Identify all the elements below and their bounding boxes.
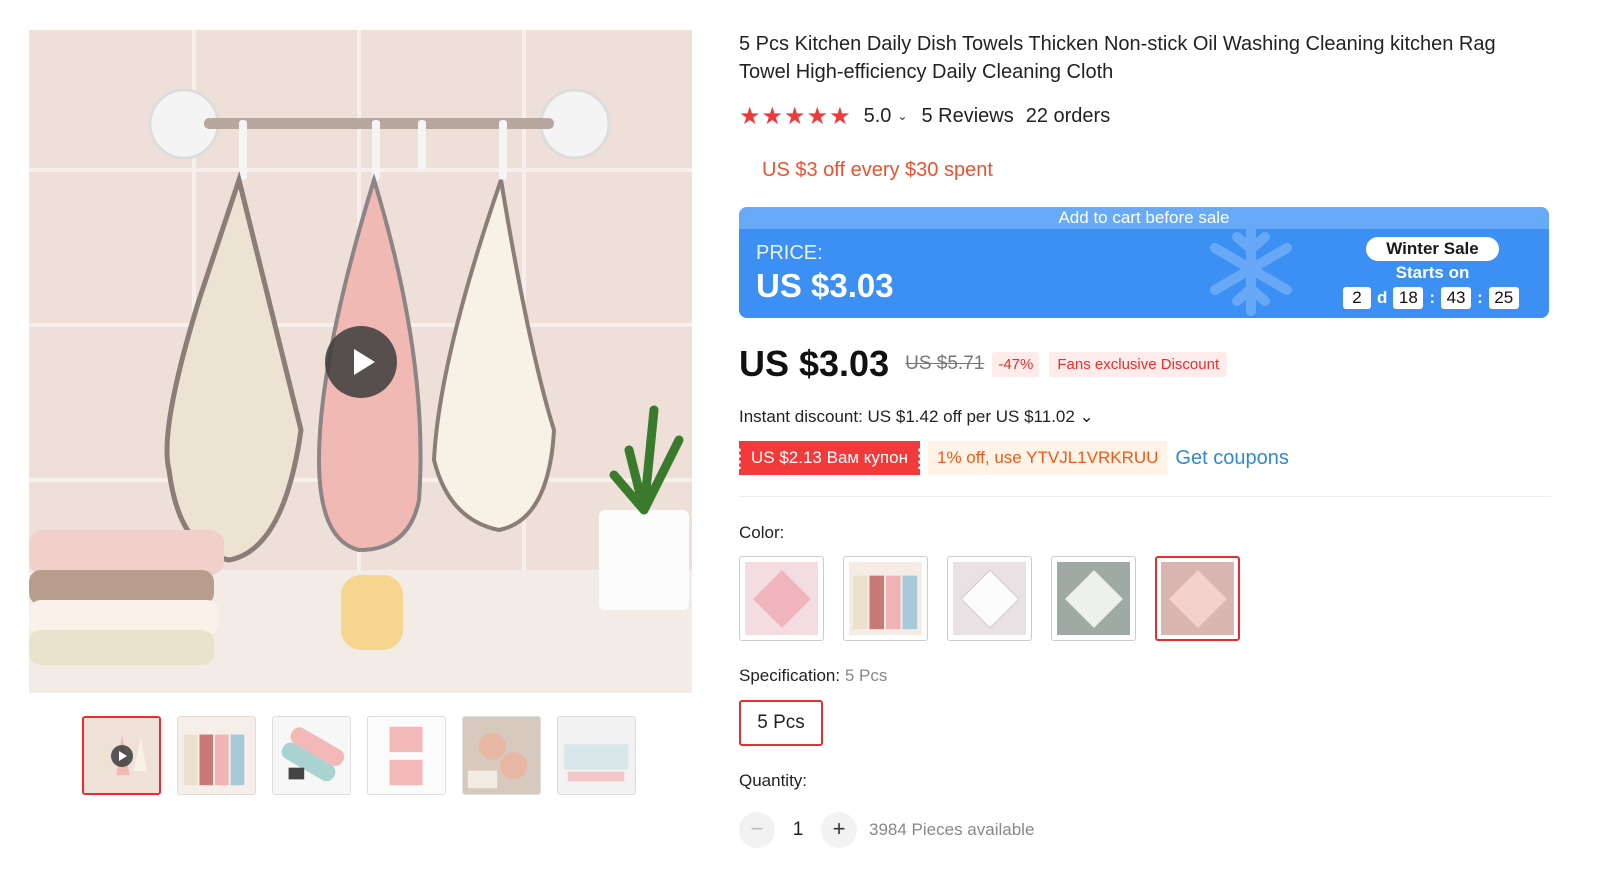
specification-label-text: Specification: [739,666,841,685]
pieces-available: 3984 Pieces available [869,820,1035,839]
reviews-link[interactable]: 5 Reviews [921,105,1013,128]
banner-top-text: Add to cart before sale [739,207,1549,229]
thumbnail-3[interactable] [272,716,351,795]
play-video-button[interactable] [325,326,397,398]
price-row: US $3.03 US $5.71 -47% Fans exclusive Di… [739,341,1228,387]
color-option-pink[interactable] [739,556,824,641]
thumbnail-video[interactable] [82,716,161,795]
rating-stars-icon: ★★★★★ [739,102,852,130]
color-label: Color: [739,523,785,542]
quantity-minus-button[interactable]: − [739,812,775,848]
thumbnail-strip [82,716,636,795]
quantity-plus-button[interactable]: + [821,812,857,848]
fans-discount-badge: Fans exclusive Discount [1049,351,1228,377]
color-option-white[interactable] [947,556,1032,641]
get-coupons-link[interactable]: Get coupons [1175,447,1288,470]
countdown-separator: : [1429,288,1436,307]
countdown-days: 2 [1343,287,1371,309]
product-title: 5 Pcs Kitchen Daily Dish Towels Thicken … [739,33,1496,83]
discount-percent-badge: -47% [992,351,1040,377]
orders-count: 22 orders [1025,104,1111,127]
specification-selected: 5 Pcs [844,666,888,685]
countdown-timer: 2 d 18 : 43 : 25 [1343,287,1519,309]
rating-row: ★★★★★ 5.0 ⌄ 5 Reviews 22 orders [739,102,1551,130]
quantity-label: Quantity: [739,771,808,790]
color-swatches [739,556,1240,641]
divider [739,496,1551,497]
color-option-grey[interactable] [1051,556,1136,641]
instant-discount[interactable]: Instant discount: US $1.42 off per US $1… [739,407,1094,427]
banner-price-label: PRICE: [756,242,823,264]
original-price: US $5.71 [905,353,985,374]
play-icon [111,745,133,767]
thumbnail-4[interactable] [367,716,446,795]
countdown-seconds: 25 [1488,287,1519,309]
countdown-day-unit: d [1377,288,1388,307]
thumbnail-5[interactable] [462,716,541,795]
chevron-down-icon[interactable]: ⌄ [897,109,907,123]
specification-label: Specification: 5 Pcs [739,666,887,686]
snowflake-icon [1210,222,1292,316]
main-product-image[interactable] [29,30,692,693]
sale-banner: Add to cart before sale PRICE: US $3.03 … [739,207,1549,318]
product-info: 5 Pcs Kitchen Daily Dish Towels Thicken … [737,30,1551,848]
countdown-separator: : [1477,288,1483,307]
spec-option-5-pcs[interactable]: 5 Pcs [739,700,823,746]
code-coupon[interactable]: 1% off, use YTVJL1VRKRUU [927,441,1168,475]
quantity-input[interactable]: 1 [775,819,821,841]
starts-on-label: Starts on [1395,263,1470,282]
countdown-minutes: 43 [1441,287,1472,309]
color-option-set[interactable] [843,556,928,641]
store-promo: US $3 off every $30 spent [762,159,993,181]
color-option-light-pink[interactable] [1155,556,1240,641]
sale-name-badge: Winter Sale [1366,237,1499,261]
thumbnail-2[interactable] [177,716,256,795]
banner-price: US $3.03 [756,267,894,304]
countdown-hours: 18 [1393,287,1424,309]
thumbnail-6[interactable] [557,716,636,795]
rating-value: 5.0 [863,104,892,127]
store-coupon[interactable]: US $2.13 Вам купон [737,441,922,475]
coupon-row: US $2.13 Вам купон 1% off, use YTVJL1VRK… [737,441,1289,475]
current-price: US $3.03 [739,343,890,384]
quantity-stepper: − 1 + 3984 Pieces available [739,812,1034,848]
